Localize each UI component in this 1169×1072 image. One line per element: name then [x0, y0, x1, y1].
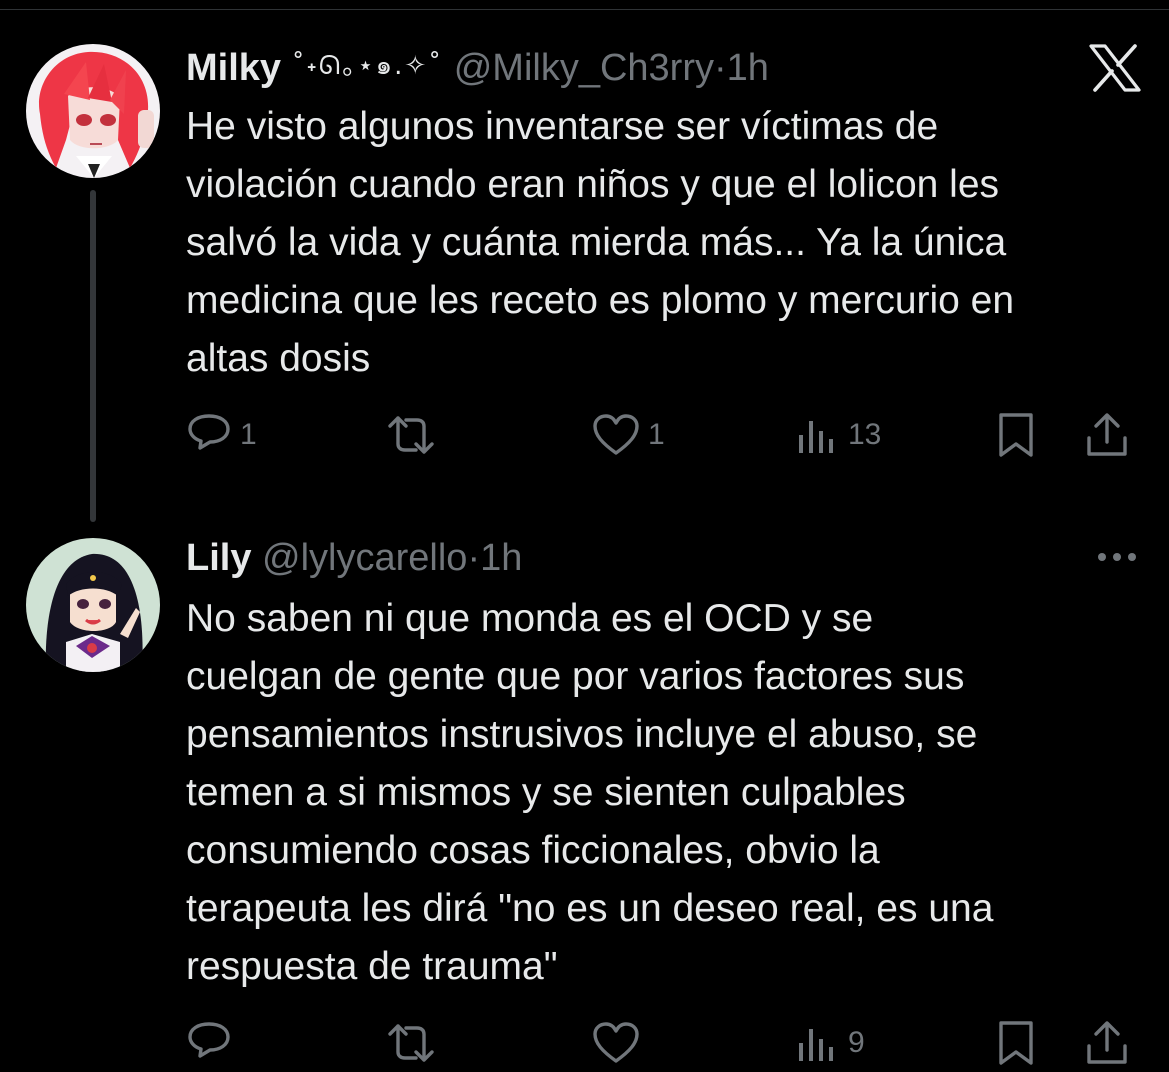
- reply-icon: [188, 414, 230, 450]
- tweet-text: He visto algunos inventarse ser víctimas…: [186, 105, 1015, 380]
- display-name[interactable]: Lily: [186, 537, 251, 579]
- handle[interactable]: @lylycarello: [262, 537, 467, 579]
- x-logo-icon[interactable]: [1089, 44, 1141, 92]
- action-bar: 9: [186, 1018, 1136, 1068]
- display-name[interactable]: Milky: [186, 47, 281, 89]
- share-icon: [1087, 1021, 1127, 1064]
- timestamp[interactable]: 1h: [727, 47, 769, 89]
- timestamp[interactable]: 1h: [480, 537, 522, 579]
- tweet-header: Milky ˚˖ᘏ｡⋆๑.✧˚ @Milky_Ch3rry·1h: [186, 44, 769, 90]
- share-icon: [1087, 413, 1127, 456]
- views-count: 13: [848, 418, 882, 451]
- share-button[interactable]: [1084, 410, 1130, 460]
- views-chart-icon: [799, 421, 833, 453]
- avatar[interactable]: [26, 44, 160, 178]
- separator: ·: [714, 47, 727, 89]
- share-button[interactable]: [1084, 1018, 1130, 1068]
- more-dots-icon[interactable]: [1097, 550, 1137, 562]
- bookmark-icon: [999, 1021, 1033, 1065]
- views-chart-icon: [799, 1029, 833, 1061]
- reply-button[interactable]: 1: [186, 410, 257, 460]
- like-button[interactable]: [592, 1018, 648, 1068]
- views-button[interactable]: 13: [796, 410, 881, 460]
- retweet-button[interactable]: [386, 1018, 444, 1068]
- reply-count: 1: [240, 418, 257, 451]
- tweet-text: No saben ni que monda es el OCD y se cue…: [186, 597, 994, 988]
- avatar[interactable]: [26, 538, 160, 672]
- name-decoration: ˚˖ᘏ｡⋆๑.✧˚: [291, 51, 444, 81]
- retweet-icon: [388, 1024, 434, 1062]
- sailor-anime-avatar-icon: [26, 538, 160, 672]
- bookmark-icon: [999, 413, 1033, 457]
- like-count: 1: [648, 418, 665, 451]
- separator: ·: [467, 537, 481, 579]
- views-button[interactable]: 9: [796, 1018, 865, 1068]
- handle[interactable]: @Milky_Ch3rry: [454, 47, 714, 89]
- reply-icon: [188, 1022, 230, 1058]
- reply-button[interactable]: [186, 1018, 240, 1068]
- bookmark-button[interactable]: [996, 1018, 1036, 1068]
- action-bar: 1 1 13: [186, 410, 1136, 460]
- red-haired-anime-avatar-icon: [26, 44, 160, 178]
- bookmark-button[interactable]: [996, 410, 1036, 460]
- heart-icon: [593, 1022, 639, 1063]
- tweet-milky[interactable]: Milky ˚˖ᘏ｡⋆๑.✧˚ @Milky_Ch3rry·1h He vist…: [0, 0, 1169, 522]
- retweet-button[interactable]: [386, 410, 444, 460]
- thread-line: [90, 190, 96, 522]
- tweet-header: Lily @lylycarello·1h: [186, 536, 522, 580]
- like-button[interactable]: 1: [592, 410, 665, 460]
- retweet-icon: [388, 416, 434, 454]
- heart-icon: [593, 414, 639, 455]
- views-count: 9: [848, 1026, 865, 1059]
